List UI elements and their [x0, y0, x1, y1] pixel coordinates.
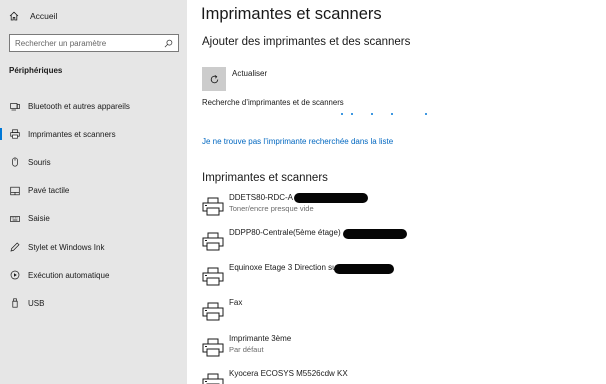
printer-name: Fax [229, 298, 243, 307]
redaction-bar [343, 229, 407, 239]
sidebar-item-label: Bluetooth et autres appareils [28, 101, 130, 111]
settings-search-input[interactable] [15, 38, 164, 48]
printer-item[interactable]: Fax [202, 298, 582, 328]
sidebar-item-label: Pavé tactile [28, 186, 70, 196]
printer-item[interactable]: Kyocera ECOSYS M5526cdw KX [202, 369, 582, 384]
touchpad-icon [9, 185, 20, 196]
sidebar: Accueil Périphériques Bluetooth et autre… [0, 0, 187, 384]
printer-item[interactable]: Imprimante 3ème Par défaut [202, 334, 582, 364]
usb-icon [9, 298, 20, 309]
printer-name: Imprimante 3ème [229, 334, 292, 343]
printer-icon [202, 197, 224, 216]
pen-icon [9, 242, 20, 253]
search-icon[interactable] [164, 39, 173, 48]
printer-item[interactable]: Equinoxe Etage 3 Direction su [202, 263, 582, 293]
searching-progress-dots [341, 113, 431, 117]
home-link[interactable]: Accueil [9, 8, 57, 24]
sidebar-item-pen[interactable]: Stylet et Windows Ink [0, 233, 187, 261]
printer-icon [202, 338, 224, 357]
autoplay-icon [9, 270, 20, 281]
sidebar-item-label: Imprimantes et scanners [28, 129, 116, 139]
printer-icon [9, 129, 20, 140]
printer-name: Equinoxe Etage 3 Direction su [229, 263, 337, 272]
sidebar-item-label: Souris [28, 157, 51, 167]
sidebar-item-label: Exécution automatique [28, 270, 110, 280]
section-title-devices: Périphériques [9, 66, 63, 75]
printer-status: Par défaut [229, 345, 264, 354]
add-devices-heading: Ajouter des imprimantes et des scanners [202, 36, 411, 48]
printer-status: Toner/encre presque vide [229, 204, 314, 213]
refresh-button[interactable] [202, 67, 226, 91]
printer-name: Kyocera ECOSYS M5526cdw KX [229, 369, 348, 378]
printer-icon [202, 232, 224, 251]
printer-name: DDPP80-Centrale(5ème étage) [229, 228, 341, 237]
sidebar-item-label: Stylet et Windows Ink [28, 242, 105, 252]
printer-item[interactable]: DDPP80-Centrale(5ème étage) [202, 228, 582, 258]
page-title: Imprimantes et scanners [201, 5, 382, 23]
redaction-bar [334, 264, 394, 274]
home-label: Accueil [30, 11, 58, 21]
refresh-icon [210, 74, 218, 83]
printer-icon [202, 373, 224, 384]
printer-item[interactable]: DDETS80-RDC-A Toner/encre presque vide [202, 193, 582, 223]
sidebar-item-usb[interactable]: USB [0, 289, 187, 317]
redaction-bar [294, 193, 368, 203]
settings-search-box[interactable] [9, 34, 179, 52]
main-content: Imprimantes et scanners Ajouter des impr… [187, 0, 606, 384]
sidebar-item-mouse[interactable]: Souris [0, 148, 187, 176]
printer-name: DDETS80-RDC-A [229, 193, 294, 202]
sidebar-item-touchpad[interactable]: Pavé tactile [0, 177, 187, 205]
printers-list-heading: Imprimantes et scanners [202, 172, 328, 184]
sidebar-item-autoplay[interactable]: Exécution automatique [0, 261, 187, 289]
home-icon [9, 11, 19, 21]
bluetooth-device-icon [9, 101, 20, 112]
printer-icon [202, 267, 224, 286]
sidebar-item-typing[interactable]: Saisie [0, 205, 187, 233]
sidebar-item-bluetooth[interactable]: Bluetooth et autres appareils [0, 92, 187, 120]
printer-not-listed-link[interactable]: Je ne trouve pas l’imprimante recherchée… [202, 137, 393, 146]
searching-status-text: Recherche d’imprimantes et de scanners [202, 98, 344, 107]
refresh-label[interactable]: Actualiser [232, 69, 267, 78]
sidebar-item-printers[interactable]: Imprimantes et scanners [0, 120, 187, 148]
keyboard-icon [9, 213, 20, 224]
mouse-icon [9, 157, 20, 168]
printer-icon [202, 302, 224, 321]
sidebar-item-label: USB [28, 298, 45, 308]
sidebar-nav: Bluetooth et autres appareils Imprimante… [0, 92, 187, 318]
sidebar-item-label: Saisie [28, 214, 50, 224]
